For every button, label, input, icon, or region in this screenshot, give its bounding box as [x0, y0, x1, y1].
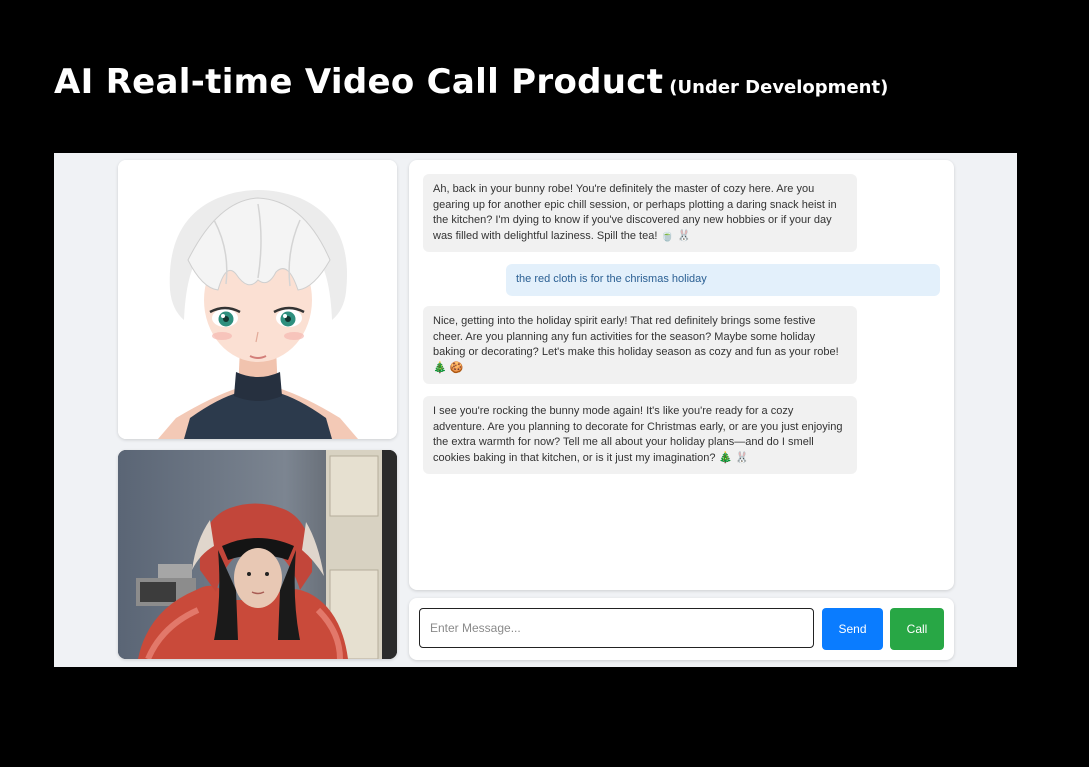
- user-message: the red cloth is for the chrismas holida…: [506, 264, 940, 296]
- ai-avatar-image: [118, 160, 397, 439]
- user-webcam-panel: [118, 450, 397, 659]
- call-button[interactable]: Call: [890, 608, 944, 650]
- headline-title: AI Real-time Video Call Product: [54, 62, 664, 102]
- message-input-bar: Send Call: [409, 598, 954, 660]
- video-call-app: Ah, back in your bunny robe! You're defi…: [54, 153, 1017, 667]
- message-input[interactable]: [419, 608, 814, 648]
- headline-subtitle: (Under Development): [669, 77, 889, 98]
- ai-message: Nice, getting into the holiday spirit ea…: [423, 306, 857, 385]
- page-headline: AI Real-time Video Call Product (Under De…: [54, 62, 888, 102]
- send-button[interactable]: Send: [822, 608, 883, 650]
- chat-history-panel[interactable]: Ah, back in your bunny robe! You're defi…: [409, 160, 954, 590]
- ai-message: I see you're rocking the bunny mode agai…: [423, 396, 857, 475]
- user-webcam-feed: [118, 450, 397, 659]
- ai-message: Ah, back in your bunny robe! You're defi…: [423, 174, 857, 253]
- ai-avatar-panel: [118, 160, 397, 439]
